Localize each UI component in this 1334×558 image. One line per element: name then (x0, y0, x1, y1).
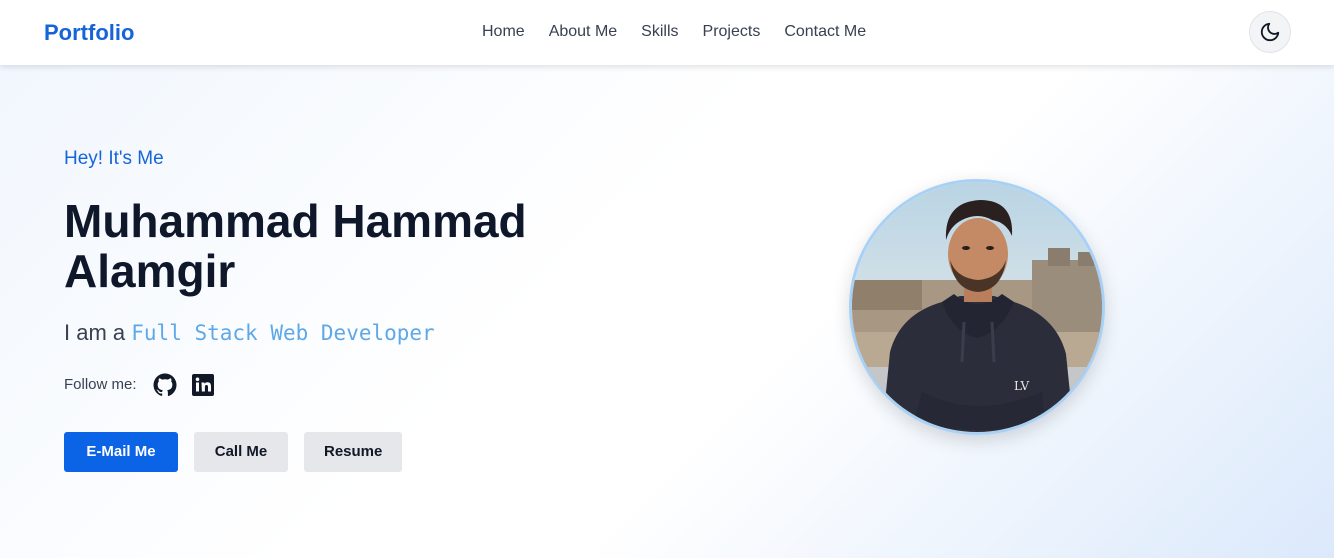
navbar: Portfolio Home About Me Skills Projects … (0, 0, 1334, 65)
hero-buttons: E-Mail Me Call Me Resume (64, 432, 402, 472)
linkedin-link[interactable] (191, 373, 215, 397)
github-icon (153, 373, 177, 397)
profile-photo: LV (849, 179, 1105, 435)
resume-button[interactable]: Resume (304, 432, 402, 472)
role-prefix: I am a (64, 320, 126, 345)
nav-links: Home About Me Skills Projects Contact Me (482, 20, 866, 44)
nav-link-projects[interactable]: Projects (703, 23, 761, 40)
linkedin-icon (191, 374, 214, 396)
role-typed-text: Full Stack Web Developer (131, 321, 435, 345)
email-me-button[interactable]: E-Mail Me (64, 432, 178, 472)
nav-link-contact[interactable]: Contact Me (784, 23, 866, 40)
profile-avatar-illustration: LV (852, 182, 1102, 432)
social-links: Follow me: (64, 373, 229, 397)
call-me-button[interactable]: Call Me (194, 432, 288, 472)
github-link[interactable] (153, 373, 177, 397)
nav-link-home[interactable]: Home (482, 23, 525, 40)
hero-role: I am a Full Stack Web Developer (64, 318, 435, 348)
theme-toggle-button[interactable] (1249, 11, 1291, 53)
nav-link-about[interactable]: About Me (549, 23, 617, 40)
brand-logo[interactable]: Portfolio (44, 18, 134, 48)
svg-text:LV: LV (1014, 379, 1030, 393)
moon-icon (1260, 22, 1280, 42)
hero-name: Muhammad Hammad Alamgir (64, 195, 527, 297)
hero-greeting: Hey! It's Me (64, 148, 164, 169)
nav-link-skills[interactable]: Skills (641, 23, 678, 40)
follow-label: Follow me: (64, 376, 137, 393)
